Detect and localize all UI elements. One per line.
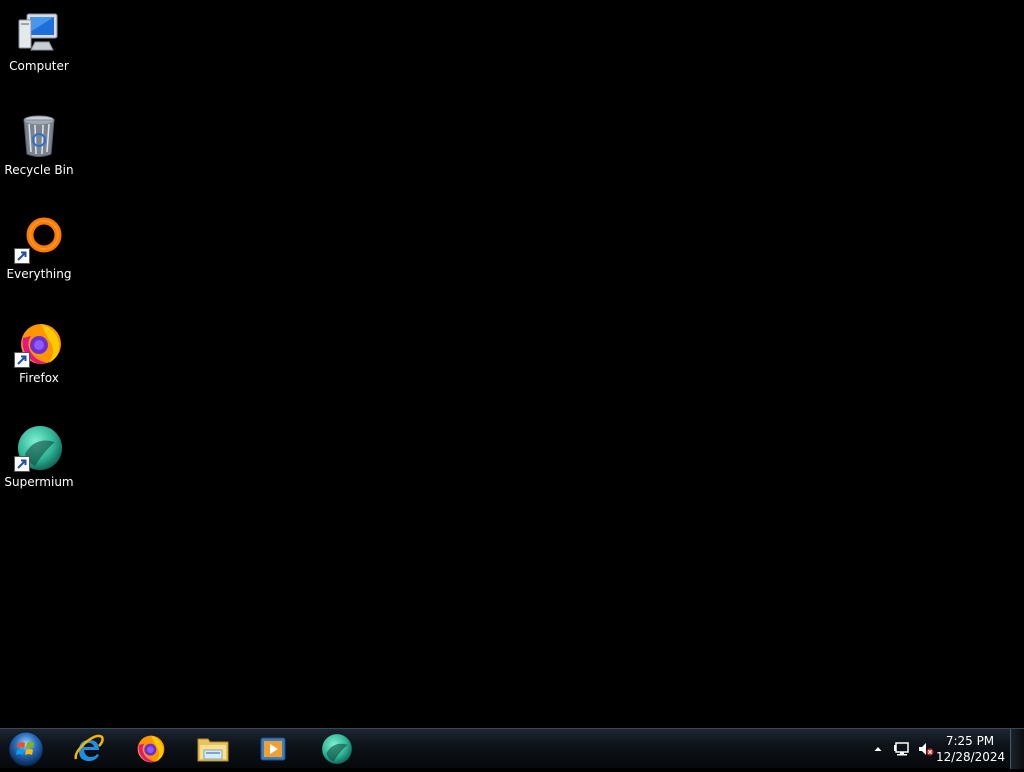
clock-time: 7:25 PM [945,734,995,748]
taskbar-internet-explorer[interactable] [64,731,114,767]
start-orb-icon [8,731,44,767]
start-button[interactable] [6,730,46,768]
taskbar: 7:25 PM 12/28/2024 [0,728,1024,769]
recycle-bin-icon [15,112,63,160]
desktop-icon-computer[interactable]: Computer [0,0,78,96]
internet-explorer-icon [74,734,104,761]
computer-icon [15,8,63,56]
taskbar-firefox[interactable] [126,731,176,767]
clock-date: 12/28/2024 [936,750,1006,764]
everything-icon [14,216,63,264]
volume-muted-icon[interactable] [918,741,934,757]
supermium-icon [322,734,352,764]
shortcut-arrow-icon [14,352,30,368]
desktop-icon-recycle-bin[interactable]: Recycle Bin [0,104,78,200]
file-explorer-icon [197,738,229,762]
show-hidden-icons-arrow[interactable] [870,741,886,757]
desktop-icon-firefox[interactable]: Firefox [0,312,78,408]
desktop-icon-label: Firefox [19,371,59,385]
supermium-icon [14,424,63,472]
taskbar-supermium[interactable] [312,731,362,767]
desktop-icon-everything[interactable]: Everything [0,208,78,304]
firefox-icon [14,320,63,368]
media-player-icon [260,737,286,761]
system-tray: 7:25 PM 12/28/2024 [864,729,1024,769]
desktop-icon-supermium[interactable]: Supermium [0,416,78,512]
clock[interactable]: 7:25 PM 12/28/2024 [936,733,1006,765]
desktop-icon-label: Computer [9,59,69,73]
taskbar-file-explorer[interactable] [188,731,238,767]
desktop-icon-label: Everything [6,267,72,281]
firefox-icon [137,735,165,763]
show-desktop-button[interactable] [1010,729,1024,769]
network-icon[interactable] [894,741,910,757]
shortcut-arrow-icon [14,456,30,472]
desktop-icon-label: Supermium [4,475,74,489]
shortcut-arrow-icon [14,248,30,264]
taskbar-media-player[interactable] [248,731,298,767]
desktop-icon-label: Recycle Bin [4,163,74,177]
